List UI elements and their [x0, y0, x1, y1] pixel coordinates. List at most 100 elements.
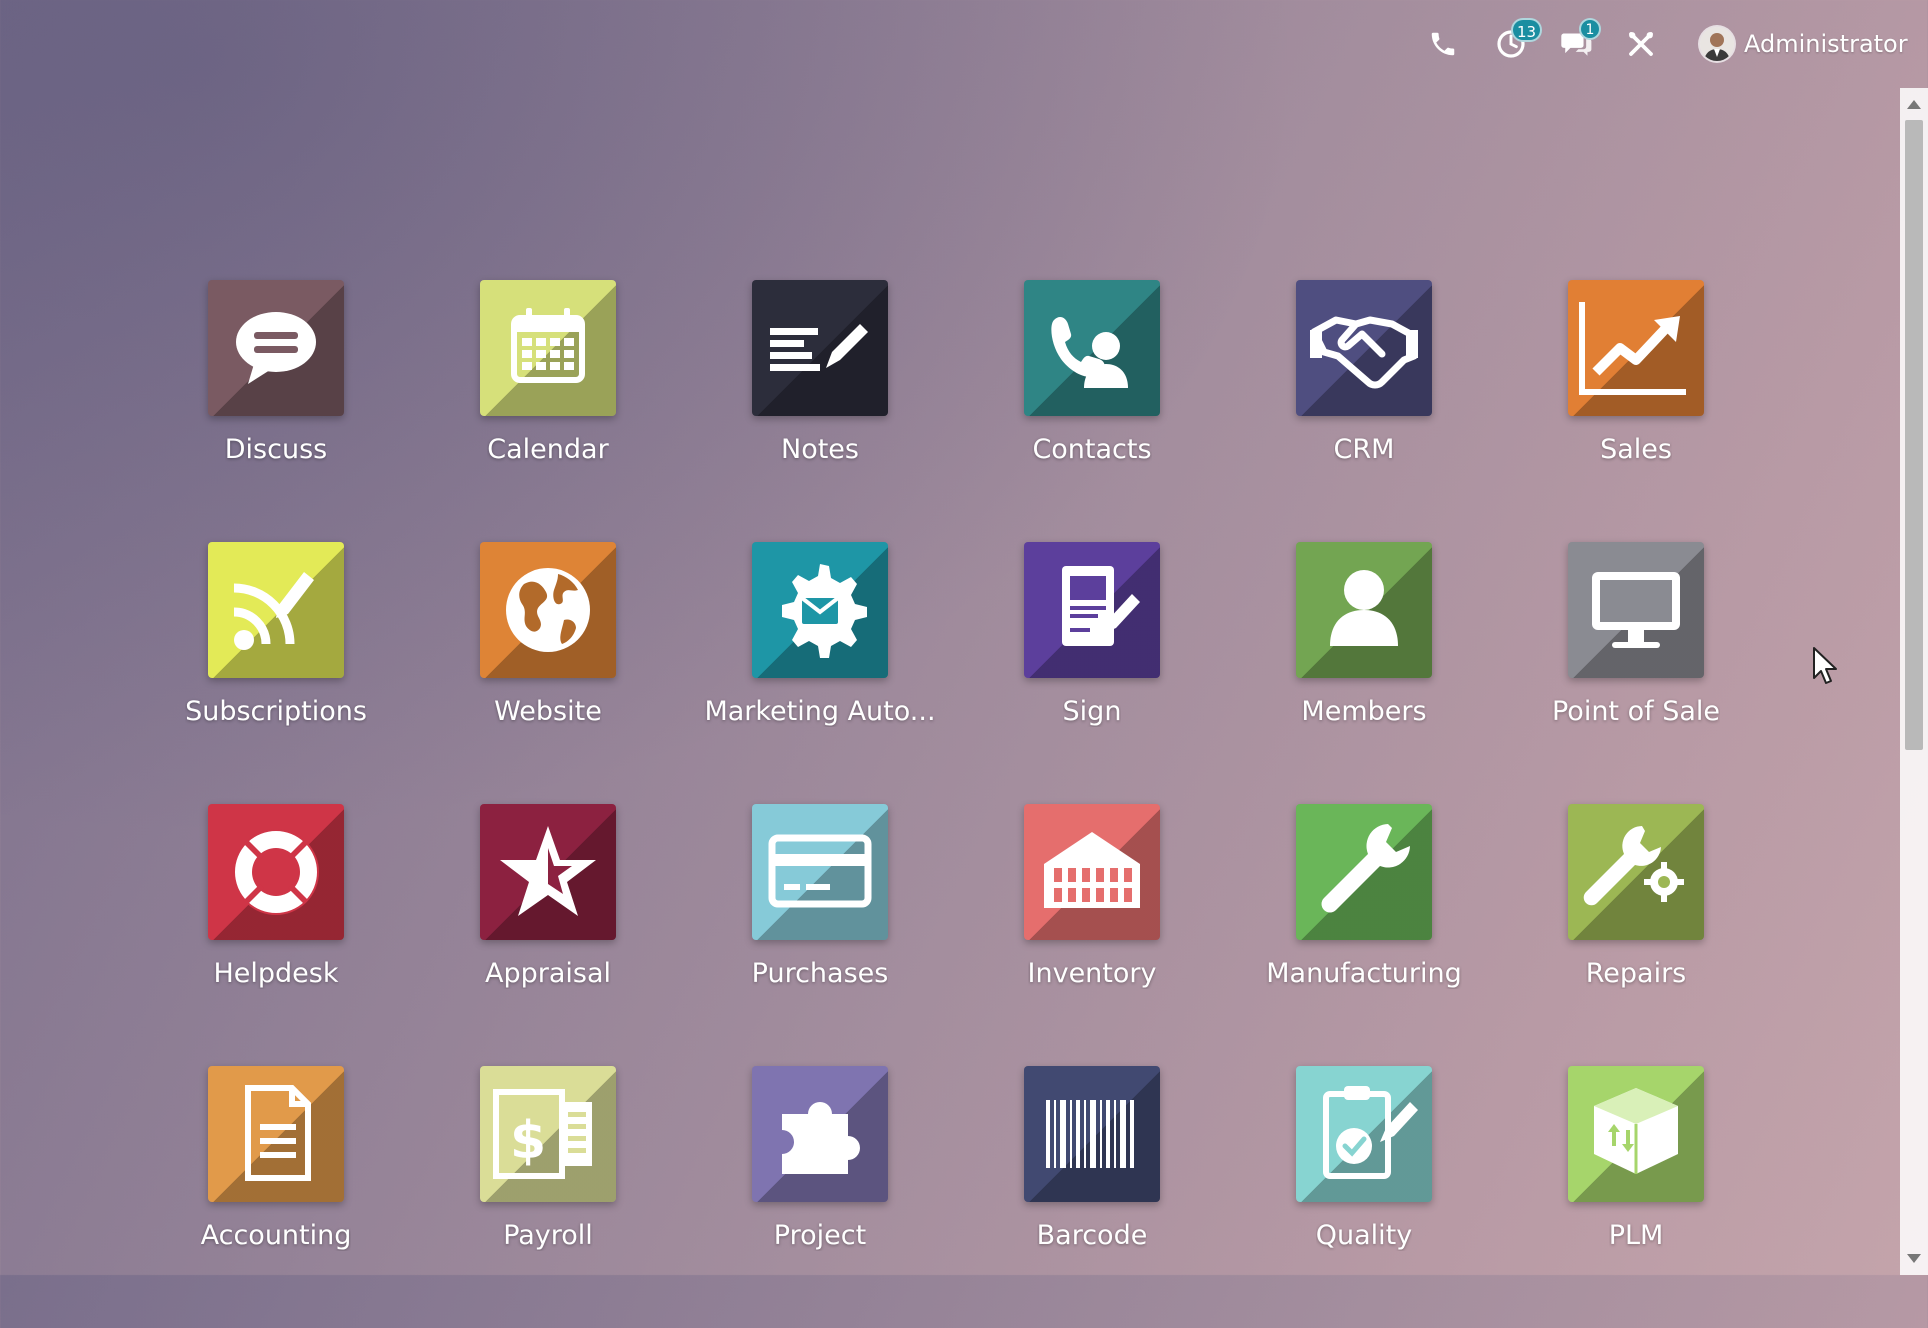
- phone-icon[interactable]: [1423, 24, 1463, 64]
- app-crm[interactable]: CRM: [1228, 280, 1500, 542]
- puzzle-icon: [782, 1102, 860, 1174]
- gear-envelope-icon: [782, 564, 867, 658]
- app-calendar[interactable]: Calendar: [412, 280, 684, 542]
- app-label: Payroll: [503, 1220, 593, 1251]
- activity-count-badge: 13: [1511, 18, 1543, 42]
- app-label: Notes: [781, 434, 859, 465]
- handshake-icon: [1310, 316, 1418, 389]
- app-purchases[interactable]: Purchases: [684, 804, 956, 1066]
- user-name: Administrator: [1744, 30, 1908, 58]
- app-tile[interactable]: [1568, 280, 1704, 416]
- mouse-cursor-icon: [1813, 647, 1837, 684]
- app-tile[interactable]: [752, 280, 888, 416]
- app-quality[interactable]: Quality: [1228, 1066, 1500, 1328]
- app-appraisal[interactable]: Appraisal: [412, 804, 684, 1066]
- app-tile[interactable]: [480, 542, 616, 678]
- app-tile[interactable]: [1568, 542, 1704, 678]
- app-notes[interactable]: Notes: [684, 280, 956, 542]
- debug-tools-icon[interactable]: [1621, 24, 1661, 64]
- app-tile[interactable]: [1024, 804, 1160, 940]
- app-tile[interactable]: [1568, 804, 1704, 940]
- user-menu[interactable]: Administrator: [1700, 20, 1908, 68]
- message-count-badge: 1: [1579, 18, 1601, 40]
- app-label: Point of Sale: [1551, 696, 1721, 727]
- app-members[interactable]: Members: [1228, 542, 1500, 804]
- app-label: PLM: [1608, 1220, 1664, 1251]
- activity-clock-icon[interactable]: 13: [1491, 18, 1543, 64]
- app-label: Discuss: [224, 434, 328, 465]
- app-tile[interactable]: [1296, 804, 1432, 940]
- app-tile[interactable]: [1024, 1066, 1160, 1202]
- app-sign[interactable]: Sign: [956, 542, 1228, 804]
- app-tile[interactable]: [480, 280, 616, 416]
- app-point-of-sale[interactable]: Point of Sale: [1500, 542, 1772, 804]
- app-barcode[interactable]: Barcode: [956, 1066, 1228, 1328]
- app-tile[interactable]: [1024, 542, 1160, 678]
- wrench-icon: [1321, 824, 1410, 913]
- member-icon: [1330, 570, 1398, 646]
- app-tile[interactable]: [1296, 280, 1432, 416]
- app-tile[interactable]: [208, 1066, 344, 1202]
- app-marketing-auto[interactable]: Marketing Auto...: [684, 542, 956, 804]
- app-inventory[interactable]: Inventory: [956, 804, 1228, 1066]
- app-tile[interactable]: [752, 542, 888, 678]
- app-subscriptions[interactable]: Subscriptions: [140, 542, 412, 804]
- globe-icon: [506, 568, 590, 652]
- app-label: Accounting: [200, 1220, 352, 1251]
- app-contacts[interactable]: Contacts: [956, 280, 1228, 542]
- app-label: Purchases: [751, 958, 889, 989]
- app-discuss[interactable]: Discuss: [140, 280, 412, 542]
- app-tile[interactable]: $: [480, 1066, 616, 1202]
- app-label: Subscriptions: [185, 696, 367, 727]
- app-repairs[interactable]: Repairs: [1500, 804, 1772, 1066]
- credit-card-icon: [768, 834, 872, 908]
- app-label: Sign: [1062, 696, 1122, 727]
- app-tile[interactable]: [752, 804, 888, 940]
- monitor-icon: [1592, 572, 1680, 648]
- calendar-icon: [511, 308, 585, 383]
- app-project[interactable]: Project: [684, 1066, 956, 1328]
- barcode-icon: [1046, 1100, 1134, 1168]
- app-label: Sales: [1600, 434, 1672, 465]
- app-tile[interactable]: [1296, 542, 1432, 678]
- app-grid: Discuss Calendar Notes Contacts CRM Sales Subs…: [140, 280, 1772, 1328]
- systray: 13 1 Administrator: [0, 0, 1928, 88]
- scrollbar[interactable]: [1900, 88, 1928, 1275]
- app-plm[interactable]: PLM: [1500, 1066, 1772, 1328]
- app-label: Repairs: [1585, 958, 1687, 989]
- scroll-up-arrow[interactable]: [1907, 100, 1921, 109]
- app-sales[interactable]: Sales: [1500, 280, 1772, 542]
- warehouse-icon: [1044, 832, 1140, 908]
- app-label: Appraisal: [484, 958, 611, 989]
- app-label: Members: [1301, 696, 1427, 727]
- scroll-down-arrow[interactable]: [1907, 1254, 1921, 1263]
- app-tile[interactable]: [480, 804, 616, 940]
- app-website[interactable]: Website: [412, 542, 684, 804]
- app-tile[interactable]: [208, 280, 344, 416]
- app-tile[interactable]: [752, 1066, 888, 1202]
- app-helpdesk[interactable]: Helpdesk: [140, 804, 412, 1066]
- app-payroll[interactable]: $ Payroll: [412, 1066, 684, 1328]
- app-manufacturing[interactable]: Manufacturing: [1228, 804, 1500, 1066]
- chat-bubble-icon: [236, 312, 316, 384]
- avatar: [1700, 27, 1734, 61]
- messages-icon[interactable]: 1: [1557, 18, 1601, 64]
- scroll-thumb[interactable]: [1905, 120, 1923, 750]
- app-accounting[interactable]: Accounting: [140, 1066, 412, 1328]
- star-icon: [500, 826, 596, 916]
- app-label: Manufacturing: [1266, 958, 1462, 989]
- app-tile[interactable]: [1296, 1066, 1432, 1202]
- app-tile[interactable]: [1024, 280, 1160, 416]
- app-tile[interactable]: [1568, 1066, 1704, 1202]
- app-label: Marketing Auto...: [704, 696, 936, 727]
- app-label: Quality: [1315, 1220, 1413, 1251]
- invoice-icon: [245, 1085, 311, 1181]
- app-label: Inventory: [1027, 958, 1157, 989]
- app-label: Website: [494, 696, 602, 727]
- app-tile[interactable]: [208, 804, 344, 940]
- app-label: Contacts: [1032, 434, 1152, 465]
- app-tile[interactable]: [208, 542, 344, 678]
- wrench-gear-icon: [1583, 826, 1684, 906]
- quality-check-icon: [1323, 1086, 1418, 1179]
- app-label: Project: [773, 1220, 867, 1251]
